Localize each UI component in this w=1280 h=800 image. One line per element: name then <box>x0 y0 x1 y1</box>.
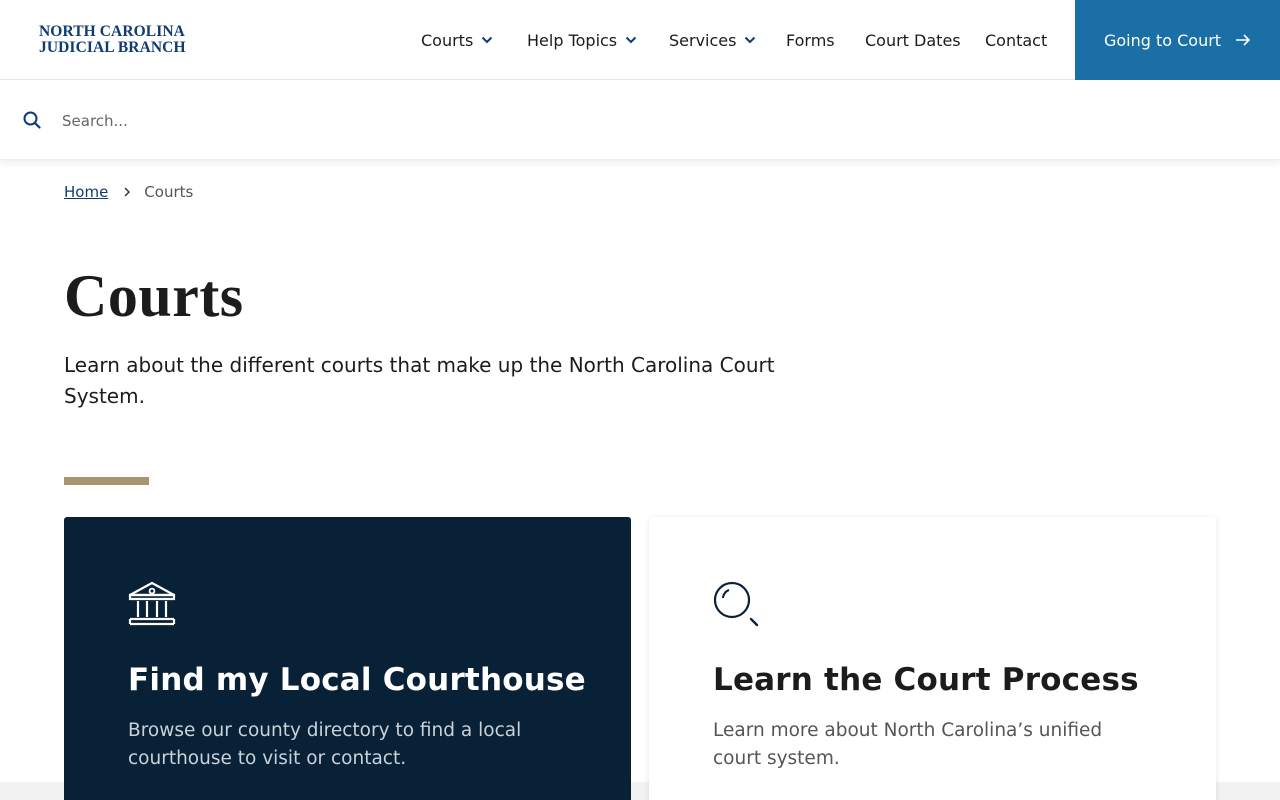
logo-line-2: JUDICIAL BRANCH <box>39 39 186 56</box>
card-title: Find my Local Courthouse <box>128 662 586 698</box>
page-intro: Learn about the different courts that ma… <box>64 353 775 408</box>
nav-contact[interactable]: Contact <box>985 0 1047 80</box>
chevron-down-icon <box>625 36 637 44</box>
magnifier-icon <box>713 581 761 631</box>
nav-help-topics[interactable]: Help Topics <box>527 0 637 80</box>
card-court-process[interactable]: Learn the Court Process Learn more about… <box>649 517 1216 800</box>
chevron-down-icon <box>481 36 493 44</box>
card-description: Browse our county directory to find a lo… <box>128 720 522 769</box>
going-to-court-button[interactable]: Going to Court <box>1075 0 1280 80</box>
going-to-court-label: Going to Court <box>1103 30 1222 50</box>
card-find-courthouse[interactable]: Find my Local Courthouse Browse our coun… <box>64 517 631 800</box>
nav-court-dates[interactable]: Court Dates <box>865 0 961 80</box>
nav-services[interactable]: Services <box>669 0 756 80</box>
accent-divider <box>64 477 149 485</box>
search-input[interactable] <box>62 103 1242 139</box>
search-bar <box>0 81 1280 160</box>
arrow-right-icon <box>1235 31 1251 50</box>
card-title: Learn the Court Process <box>713 662 1139 698</box>
nav-help-topics-label: Help Topics <box>527 30 618 50</box>
courthouse-icon <box>128 581 176 631</box>
chevron-right-icon <box>124 187 131 197</box>
nav-services-label: Services <box>669 30 737 50</box>
nav-forms[interactable]: Forms <box>786 0 835 80</box>
nav-contact-label: Contact <box>985 30 1048 50</box>
logo-line-1: NORTH CAROLINA <box>39 23 185 40</box>
breadcrumb: Home Courts <box>64 183 193 201</box>
site-header: NORTH CAROLINA JUDICIAL BRANCH Courts He… <box>0 0 1280 80</box>
page-title: Courts <box>64 263 244 329</box>
card-description: Learn more about North Carolina’s unifie… <box>713 720 1103 769</box>
site-logo[interactable]: NORTH CAROLINA JUDICIAL BRANCH <box>39 24 186 56</box>
chevron-down-icon <box>744 36 756 44</box>
breadcrumb-current: Courts <box>144 183 194 201</box>
nav-forms-label: Forms <box>786 30 835 50</box>
nav-courts[interactable]: Courts <box>421 0 493 80</box>
nav-court-dates-label: Court Dates <box>865 30 961 50</box>
breadcrumb-home-link[interactable]: Home <box>64 183 108 201</box>
nav-courts-label: Courts <box>421 30 474 50</box>
search-icon[interactable] <box>23 111 41 133</box>
